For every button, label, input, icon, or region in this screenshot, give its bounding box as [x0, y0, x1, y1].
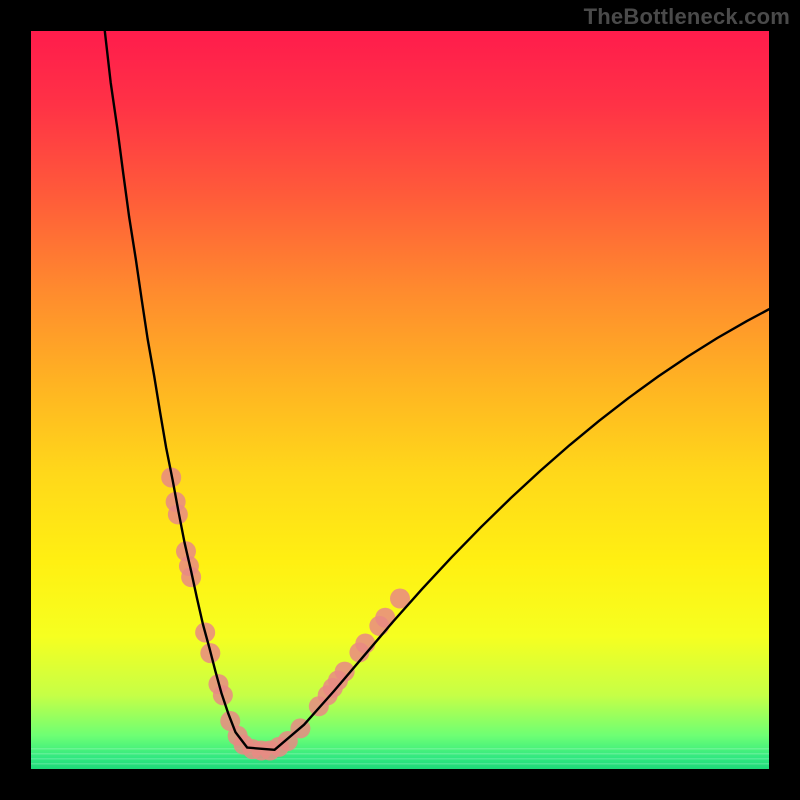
watermark-text: TheBottleneck.com: [584, 4, 790, 30]
chart-frame: TheBottleneck.com: [0, 0, 800, 800]
plot-area: [31, 31, 769, 769]
bottom-stripe: [31, 763, 769, 765]
marker-point: [375, 608, 395, 628]
bottom-stripe: [31, 748, 769, 750]
marker-point: [355, 634, 375, 654]
bottom-stripe: [31, 753, 769, 755]
bottom-stripe: [31, 758, 769, 760]
gradient-background: [31, 31, 769, 769]
plot-svg: [31, 31, 769, 769]
